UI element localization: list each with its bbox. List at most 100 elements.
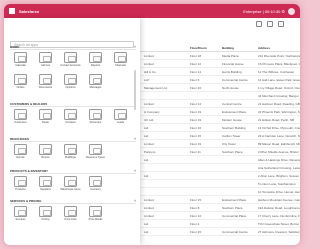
section-title: PRODUCTS & INVENTORY — [10, 168, 49, 173]
app-icon — [64, 176, 77, 187]
app-tile[interactable]: Pricing — [35, 206, 56, 224]
section-title: WORK — [10, 44, 20, 49]
cell: TOJ Greenshaw Street, Burton — [258, 221, 300, 226]
cell: Limited — [144, 197, 154, 202]
cell: Ana Sutherland Crossing, Leicester — [258, 165, 300, 170]
app-tile[interactable]: Rooms — [35, 144, 56, 162]
cell: & Company — [144, 109, 160, 114]
edit-icon[interactable] — [267, 21, 273, 27]
app-tile[interactable]: Price Lists — [60, 206, 81, 224]
app-tile[interactable]: Orders — [10, 74, 31, 92]
app-tile[interactable]: Reports — [85, 52, 106, 70]
app-tile-label: Channels — [115, 64, 126, 67]
app-tile[interactable]: Customers — [10, 109, 31, 127]
cell: 44 Merchant Crossing, Bangor — [258, 93, 299, 98]
cell: 10 Tomasine Drive, Hemel, Herts — [258, 189, 300, 194]
cell: Endowment Place — [222, 109, 247, 114]
app-tile[interactable]: Calendar — [10, 52, 31, 70]
app-tile[interactable]: Price Books — [85, 206, 106, 224]
app-tile[interactable]: Warehouse Items — [60, 176, 81, 194]
section-header[interactable]: SERVICES & PRICING ˄ — [10, 198, 136, 204]
app-icon — [39, 52, 52, 63]
app-tile[interactable]: Resource Types — [85, 144, 106, 162]
cell: Floor 19 — [190, 109, 202, 114]
app-icon — [64, 109, 77, 120]
app-tile-label: Leads — [116, 121, 125, 124]
avatar[interactable] — [288, 7, 295, 15]
cell: Partners — [144, 149, 156, 154]
app-icon — [114, 109, 127, 120]
section-header[interactable]: RESOURCES ˄ — [10, 136, 136, 142]
app-tile[interactable]: Documents — [35, 74, 56, 92]
cell: 89 Mason Road, Edinburgh, NF — [258, 141, 300, 146]
menu-section: CUSTOMERS & DEALERS˄ Customers Deals Contac… — [10, 101, 136, 127]
cell: 2 Rhar Shields Avenue, Bristol — [258, 149, 299, 154]
cell: Ltd. — [144, 157, 150, 162]
scrollbar[interactable] — [134, 40, 137, 240]
app-tile-label: Customers — [14, 121, 27, 124]
cell: Southern Place — [222, 205, 243, 210]
app-tile-label: Suppliers — [40, 188, 51, 191]
cell: Floor 14 — [190, 101, 202, 106]
app-tile[interactable]: Services — [10, 206, 31, 224]
app-name: Salesforce — [19, 8, 40, 14]
app-tile-label: Contacts — [65, 121, 76, 124]
cell: Floor 14 — [190, 69, 202, 74]
section-title: CUSTOMERS & DEALERS — [10, 101, 48, 106]
app-icon — [14, 144, 27, 155]
app-tile[interactable]: Channels — [110, 52, 131, 70]
app-icon — [89, 52, 102, 63]
cell: 17 Cherry Lane, Dunfermline, F — [258, 213, 300, 218]
app-icon — [14, 74, 27, 85]
cell: 12 The Willows, Colchester — [258, 69, 295, 74]
settings-icon[interactable] — [278, 21, 284, 27]
app-tile[interactable]: Leads — [110, 109, 131, 127]
app-tile-label: Products — [15, 188, 26, 191]
app-tile[interactable]: Inventory — [85, 176, 106, 194]
app-icon — [64, 52, 77, 63]
section-header[interactable]: CUSTOMERS & DEALERS˄ — [10, 101, 136, 107]
app-tile-label: Document — [89, 121, 102, 124]
app-tile-label: Rooms — [41, 156, 50, 159]
cell: Building — [222, 45, 234, 50]
cell: Floor 12 — [190, 213, 202, 218]
cell: Financial House — [222, 61, 244, 66]
cell: Endowment Place — [222, 197, 247, 202]
org-label: Enterprise | 00:10:30 ⚙ — [243, 8, 285, 14]
cell: Commercial Centre — [222, 77, 248, 82]
app-launcher-panel: Search all apps WORK ˄ Calendar Call List Co… — [4, 18, 140, 245]
app-icon — [39, 144, 52, 155]
app-tile[interactable]: Messages — [85, 74, 106, 92]
app-tile-label: Call List — [40, 64, 51, 67]
scrollbar-thumb[interactable] — [134, 70, 136, 110]
app-icon — [64, 74, 77, 85]
cell: Modern House — [222, 117, 242, 122]
filter-icon[interactable] — [256, 21, 262, 27]
cell: Carlton Tower — [222, 133, 241, 138]
app-launcher-icon[interactable] — [9, 8, 15, 14]
menu-section: SERVICES & PRICING ˄ Services Pricing Price … — [10, 198, 136, 224]
cell: Floor/Room — [190, 45, 207, 50]
app-icon — [114, 52, 127, 63]
section-header[interactable]: WORK ˄ — [10, 44, 136, 50]
table-toolbar — [256, 21, 284, 27]
cell: Floor 11 — [190, 149, 201, 154]
app-tile[interactable]: Suppliers — [35, 176, 56, 194]
section-title: SERVICES & PRICING — [10, 198, 42, 203]
app-tile[interactable]: Opinions — [60, 74, 81, 92]
cell: 21 Harbour Road, Reading, GB — [258, 101, 300, 106]
app-tile[interactable]: Events — [10, 144, 31, 162]
app-tile[interactable]: Contacts — [60, 109, 81, 127]
app-tile[interactable]: Document — [85, 109, 106, 127]
section-header[interactable]: PRODUCTS & INVENTORY ˄ — [10, 168, 136, 174]
app-tile[interactable]: Call List — [35, 52, 56, 70]
app-tile[interactable]: Products — [10, 176, 31, 194]
app-tile[interactable]: Buildings — [60, 144, 81, 162]
app-tile[interactable]: Contact Accounts — [60, 52, 81, 70]
app-tile-label: Resource Types — [86, 156, 105, 159]
cell: Management Ltd. — [144, 85, 168, 90]
cell: City Tower — [222, 141, 236, 146]
app-tile[interactable]: Deals — [35, 109, 56, 127]
section-title: RESOURCES — [10, 136, 30, 141]
cell: Floor 16 — [190, 125, 202, 130]
